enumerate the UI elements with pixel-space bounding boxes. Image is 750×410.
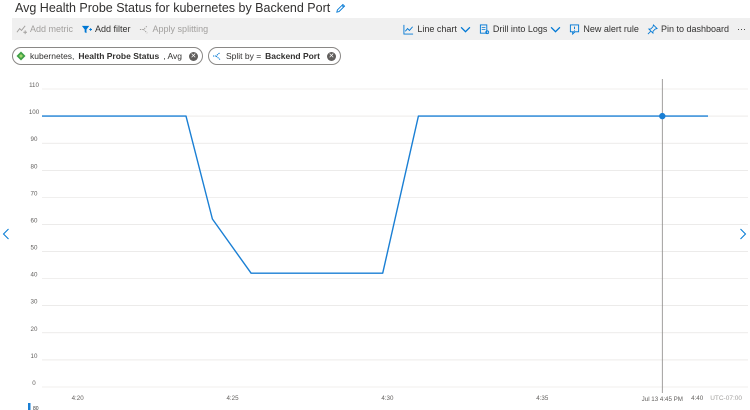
legend: 80 (28, 403, 39, 410)
y-tick-label: 100 (29, 109, 40, 116)
y-tick-label: 30 (31, 299, 38, 306)
x-tick-label: 4:30 (381, 395, 394, 402)
chevron-right-icon[interactable] (739, 228, 747, 240)
y-tick-label: 80 (31, 163, 38, 170)
x-tick-label: 4:35 (536, 395, 549, 402)
legend-label: 80 (33, 406, 39, 410)
legend-swatch (28, 403, 31, 410)
line-chart: 0 10 20 30 40 50 60 70 80 90 100 110 4:20 4:25 4:30 4:… (28, 79, 748, 410)
y-tick-label: 70 (31, 190, 38, 197)
x-tick-label: 4:20 (72, 395, 85, 402)
y-tick-label: 50 (31, 245, 38, 252)
y-tick-label: 60 (31, 217, 38, 224)
hover-time-label: Jul 13 4:45 PM (642, 396, 683, 403)
y-tick-label: 10 (31, 353, 38, 360)
y-tick-label: 40 (31, 272, 38, 279)
series-line (42, 115, 708, 274)
y-tick-label: 20 (31, 326, 38, 333)
y-tick-label: 90 (31, 136, 38, 143)
y-tick-label: 110 (29, 82, 39, 89)
timezone-label: UTC-07:00 (710, 395, 742, 402)
chevron-left-icon[interactable] (2, 228, 10, 240)
x-tick-label: 4:40 (691, 395, 704, 402)
hover-point (659, 112, 666, 120)
x-tick-label: 4:25 (226, 395, 239, 402)
y-tick-label: 0 (32, 380, 36, 387)
